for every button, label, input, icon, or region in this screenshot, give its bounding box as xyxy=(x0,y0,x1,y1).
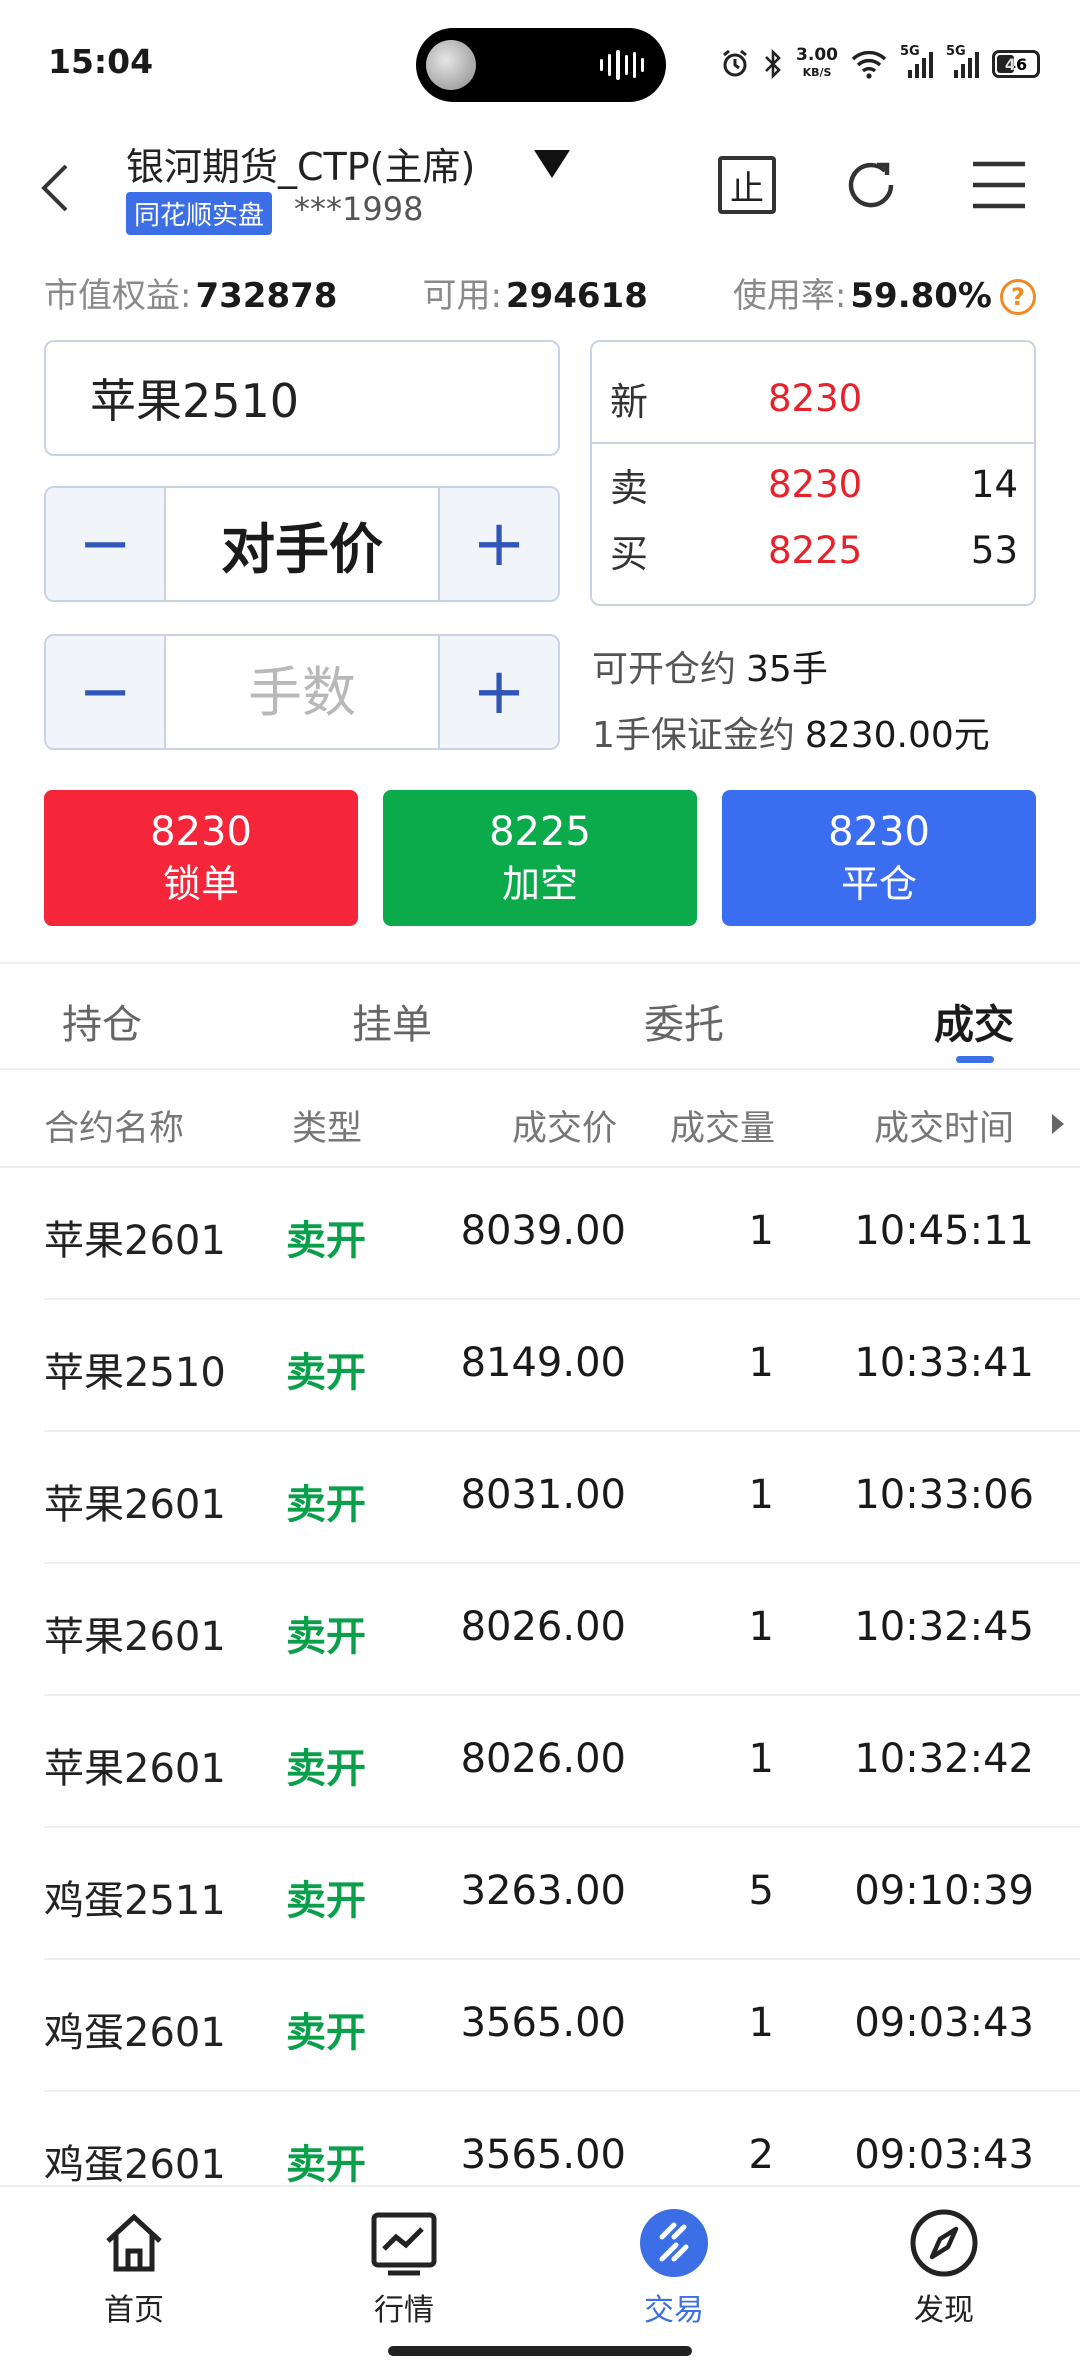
scroll-right-icon[interactable] xyxy=(1052,1114,1064,1134)
net-speed: 3.00 KB/S xyxy=(796,45,838,80)
cellular-signal-2-icon: 5G xyxy=(946,44,980,80)
account-summary: 市值权益: 732878 可用: 294618 使用率: 59.80%? xyxy=(44,262,1036,322)
quantity-field xyxy=(164,636,440,748)
broker-tag: 同花顺实盘 xyxy=(126,192,273,235)
quantity-plus-button[interactable]: + xyxy=(440,636,558,748)
menu-icon xyxy=(973,161,1025,209)
account-number: ***1998 xyxy=(294,190,424,228)
quote-panel[interactable]: 新 8230 卖 8230 14 买 8225 53 xyxy=(590,340,1036,606)
lock-order-button[interactable]: 8230 锁单 xyxy=(44,790,358,926)
equity: 市值权益: 732878 xyxy=(44,275,338,316)
bid-row: 买 8225 53 xyxy=(610,528,1018,576)
back-arrow-icon[interactable] xyxy=(36,158,76,218)
app-header: 银河期货_CTP(主席) 同花顺实盘 ***1998 止 xyxy=(0,120,1080,250)
tab-positions[interactable]: 持仓 xyxy=(62,992,142,1050)
bluetooth-icon xyxy=(765,49,781,79)
refresh-icon xyxy=(848,162,894,208)
stop-icon: 止 xyxy=(718,156,776,214)
nav-market[interactable]: 行情 xyxy=(314,2207,494,2329)
quantity-minus-button[interactable]: − xyxy=(46,636,164,748)
status-bar: 15:04 3.00 KB/S 5G 5G 46 xyxy=(0,0,1080,120)
contract-selector[interactable]: 苹果2510 xyxy=(44,340,560,456)
nav-trade[interactable]: 交易 xyxy=(584,2207,764,2329)
status-icons: 3.00 KB/S 5G 5G 46 xyxy=(720,44,1040,84)
compass-icon xyxy=(908,2207,980,2279)
ask-price: 8230 xyxy=(768,462,863,506)
tab-trades[interactable]: 成交 xyxy=(934,992,1014,1050)
table-row[interactable]: 苹果2601 卖开 8026.00 1 10:32:45 xyxy=(0,1564,1080,1696)
home-indicator[interactable] xyxy=(388,2346,692,2356)
table-row[interactable]: 苹果2601 卖开 8039.00 1 10:45:11 xyxy=(0,1168,1080,1300)
close-position-button[interactable]: 8230 平仓 xyxy=(722,790,1036,926)
status-time: 15:04 xyxy=(48,42,154,81)
stop-order-button[interactable]: 止 xyxy=(714,152,780,218)
battery-level: 46 xyxy=(1004,54,1028,74)
nav-discover[interactable]: 发现 xyxy=(854,2207,1034,2329)
dynamic-island[interactable] xyxy=(416,28,666,102)
col-volume[interactable]: 成交量 xyxy=(670,1100,775,1151)
available-funds: 可用: 294618 xyxy=(422,275,648,316)
price-type[interactable]: 对手价 xyxy=(164,488,440,600)
last-price: 8230 xyxy=(768,376,863,420)
quote-divider xyxy=(592,442,1034,444)
ask-volume: 14 xyxy=(970,462,1018,506)
col-type[interactable]: 类型 xyxy=(292,1100,362,1151)
quantity-stepper: − + xyxy=(44,634,560,750)
col-contract[interactable]: 合约名称 xyxy=(44,1100,184,1151)
nav-home[interactable]: 首页 xyxy=(44,2207,224,2329)
openable-info: 可开仓约 35手 xyxy=(592,649,828,690)
home-icon xyxy=(98,2207,170,2279)
tab-orders[interactable]: 委托 xyxy=(644,992,724,1050)
audio-wave-icon xyxy=(600,48,645,82)
table-row[interactable]: 苹果2601 卖开 8026.00 1 10:32:42 xyxy=(0,1696,1080,1828)
bid-price: 8225 xyxy=(768,528,863,572)
table-row[interactable]: 苹果2601 卖开 8031.00 1 10:33:06 xyxy=(0,1432,1080,1564)
last-price-row: 新 8230 xyxy=(610,376,863,424)
media-thumbnail-icon xyxy=(426,40,476,90)
bid-volume: 53 xyxy=(970,528,1018,572)
alarm-icon xyxy=(723,49,747,77)
battery-icon: 46 xyxy=(992,50,1040,78)
table-row[interactable]: 鸡蛋2601 卖开 3565.00 1 09:03:43 xyxy=(0,1960,1080,2092)
wifi-icon xyxy=(851,50,887,79)
ask-row: 卖 8230 14 xyxy=(610,462,1018,510)
usage-rate: 使用率: 59.80%? xyxy=(733,268,1036,317)
refresh-button[interactable] xyxy=(838,152,904,218)
active-tab-indicator xyxy=(956,1056,994,1063)
table-row[interactable]: 苹果2510 卖开 8149.00 1 10:33:41 xyxy=(0,1300,1080,1432)
price-plus-button[interactable]: + xyxy=(440,488,558,600)
chart-icon xyxy=(368,2207,440,2279)
col-price[interactable]: 成交价 xyxy=(512,1100,617,1151)
tab-pending-orders[interactable]: 挂单 xyxy=(352,992,432,1050)
help-icon[interactable]: ? xyxy=(1000,279,1036,315)
account-dropdown-icon[interactable] xyxy=(532,146,572,182)
quantity-input[interactable] xyxy=(166,636,438,748)
price-minus-button[interactable]: − xyxy=(46,488,164,600)
trade-icon xyxy=(638,2207,710,2279)
margin-info: 1手保证金约 8230.00元 xyxy=(592,715,990,756)
price-stepper: − 对手价 + xyxy=(44,486,560,602)
trades-table-header: 合约名称 类型 成交价 成交量 成交时间 xyxy=(0,1072,1080,1168)
cellular-signal-1-icon: 5G xyxy=(900,44,934,80)
table-row[interactable]: 鸡蛋2511 卖开 3263.00 5 09:10:39 xyxy=(0,1828,1080,1960)
col-time[interactable]: 成交时间 xyxy=(874,1100,1014,1151)
menu-button[interactable] xyxy=(966,152,1032,218)
account-name[interactable]: 银河期货_CTP(主席) xyxy=(126,136,475,191)
add-short-button[interactable]: 8225 加空 xyxy=(383,790,697,926)
record-tabs: 持仓 挂单 委托 成交 xyxy=(0,964,1080,1070)
